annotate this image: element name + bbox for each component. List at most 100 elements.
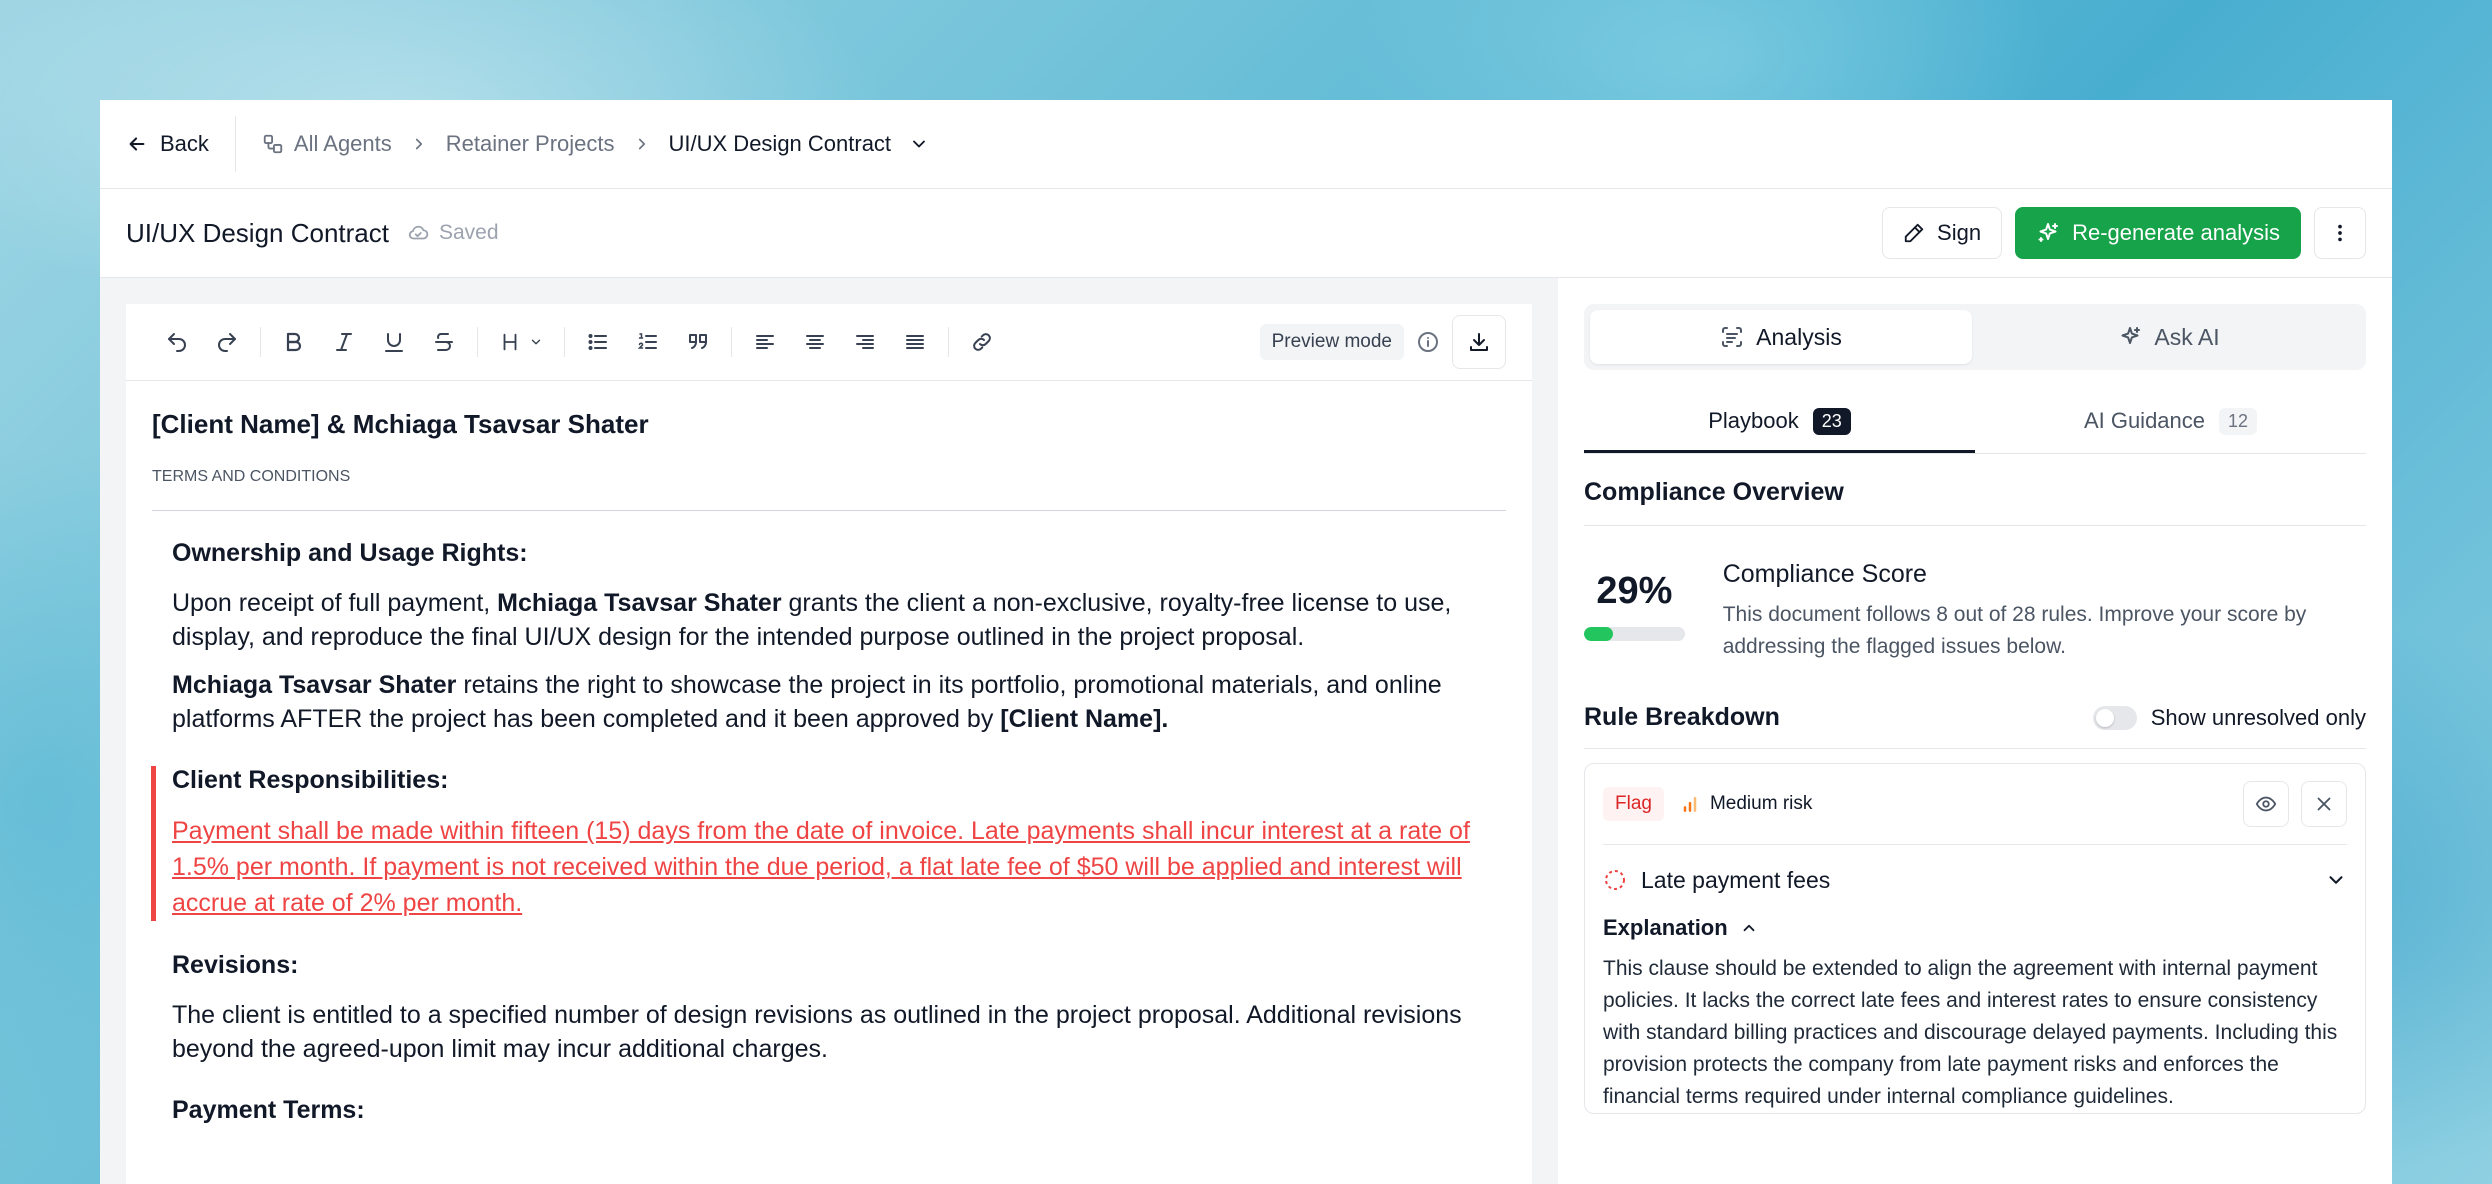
section-revisions: Revisions: The client is entitled to a s… [152, 951, 1506, 1066]
divider [152, 510, 1506, 511]
strikethrough-icon [432, 330, 456, 354]
agents-icon [262, 133, 284, 155]
flagged-clause[interactable]: Payment shall be made within fifteen (15… [172, 813, 1486, 921]
tab-label: Playbook [1708, 408, 1799, 433]
underline-icon [382, 330, 406, 354]
compliance-overview-header: Compliance Overview [1584, 454, 2366, 526]
tab-playbook[interactable]: Playbook 23 [1584, 392, 1975, 453]
more-vertical-icon [2329, 222, 2351, 244]
align-right-button[interactable] [840, 317, 890, 367]
quote-icon [686, 330, 710, 354]
section-paragraph: The client is entitled to a specified nu… [172, 1001, 1462, 1063]
underline-button[interactable] [369, 317, 419, 367]
breadcrumb: All Agents Retainer Projects UI/UX Desig… [236, 131, 929, 157]
chevron-down-icon [529, 335, 543, 349]
preview-mode-toggle[interactable]: Preview mode [1259, 324, 1404, 360]
regenerate-analysis-button[interactable]: Re-generate analysis [2015, 207, 2301, 259]
italic-button[interactable] [319, 317, 369, 367]
back-button[interactable]: Back [100, 116, 236, 172]
section-client-responsibilities[interactable]: Client Responsibilities: Payment shall b… [151, 766, 1506, 921]
bullet-list-icon [586, 330, 610, 354]
align-left-icon [753, 330, 777, 354]
undo-icon [165, 330, 189, 354]
numbered-list-button[interactable] [623, 317, 673, 367]
bold-icon [282, 330, 306, 354]
dashed-circle-icon [1603, 868, 1627, 892]
dismiss-rule-button[interactable] [2301, 781, 2347, 827]
bold-button[interactable] [269, 317, 319, 367]
compliance-score: 29% Compliance Score This document follo… [1584, 526, 2366, 689]
heading-dropdown[interactable] [486, 317, 556, 367]
rule-card: Flag Medium risk Late payment fees Expla… [1584, 763, 2366, 1114]
section-heading: Client Responsibilities: [172, 766, 449, 794]
toggle-switch[interactable] [2092, 705, 2137, 730]
app-window: Back All Agents Retainer Projects UI/UX … [100, 100, 2392, 1184]
align-justify-button[interactable] [890, 317, 940, 367]
breadcrumb-retainer-projects[interactable]: Retainer Projects [446, 131, 615, 157]
document-subtitle: TERMS AND CONDITIONS [152, 468, 351, 485]
rule-breakdown-title: Rule Breakdown [1584, 703, 1780, 731]
explanation-text: This clause should be extended to align … [1603, 957, 2338, 1108]
undo-button[interactable] [152, 317, 202, 367]
sparkle-icon [2036, 221, 2060, 245]
regenerate-label: Re-generate analysis [2072, 220, 2280, 245]
heading-icon [499, 331, 521, 353]
sparkle-icon [2118, 325, 2142, 349]
toggle-label: Show unresolved only [2150, 704, 2366, 730]
ask-ai-mode-button[interactable]: Ask AI [1978, 310, 2360, 364]
top-nav: Back All Agents Retainer Projects UI/UX … [100, 100, 2392, 189]
link-icon [970, 330, 994, 354]
text-run: Upon receipt of full payment, [172, 589, 498, 617]
align-left-button[interactable] [740, 317, 790, 367]
align-justify-icon [903, 330, 927, 354]
risk-level: Medium risk [1680, 793, 1812, 815]
align-right-icon [853, 330, 877, 354]
toolbar-divider [564, 327, 565, 357]
compliance-overview-title: Compliance Overview [1584, 478, 1844, 506]
strikethrough-button[interactable] [419, 317, 469, 367]
analysis-tabs: Playbook 23 AI Guidance 12 [1584, 392, 2366, 454]
ask-ai-label: Ask AI [2154, 323, 2220, 350]
flag-badge: Flag [1603, 787, 1664, 821]
breadcrumb-label: UI/UX Design Contract [668, 131, 892, 156]
more-options-button[interactable] [2314, 207, 2366, 259]
quote-button[interactable] [673, 317, 723, 367]
section-payment-terms: Payment Terms: [152, 1096, 1506, 1125]
download-button[interactable] [1452, 315, 1506, 369]
document-content[interactable]: [Client Name] & Mchiaga Tsavsar Shater T… [126, 381, 1532, 1125]
analysis-mode-button[interactable]: Analysis [1590, 310, 1972, 364]
italic-icon [332, 330, 356, 354]
numbered-list-icon [636, 330, 660, 354]
arrow-left-icon [126, 133, 148, 155]
panel-mode-switch: Analysis Ask AI [1584, 304, 2366, 370]
score-description: This document follows 8 out of 28 rules.… [1722, 603, 2307, 658]
info-icon[interactable] [1416, 330, 1440, 354]
download-icon [1467, 330, 1491, 354]
close-icon [2313, 793, 2335, 815]
tab-label: AI Guidance [2083, 408, 2206, 433]
bullet-list-button[interactable] [573, 317, 623, 367]
count-badge: 12 [2219, 407, 2258, 435]
align-center-icon [803, 330, 827, 354]
view-rule-button[interactable] [2243, 781, 2289, 827]
client-placeholder: [Client Name]. [1000, 705, 1169, 733]
sign-label: Sign [1937, 220, 1982, 245]
score-title: Compliance Score [1722, 560, 1927, 588]
chevron-up-icon [1740, 919, 1758, 937]
breadcrumb-all-agents[interactable]: All Agents [262, 131, 392, 157]
rule-row-late-payment-fees[interactable]: Late payment fees [1603, 845, 2347, 915]
saved-label: Saved [438, 221, 499, 244]
link-button[interactable] [957, 317, 1007, 367]
redo-button[interactable] [202, 317, 252, 367]
explanation-toggle[interactable]: Explanation [1603, 915, 2347, 941]
party-name: Mchiaga Tsavsar Shater [172, 671, 457, 699]
breadcrumb-current-document[interactable]: UI/UX Design Contract [669, 131, 930, 157]
sign-button[interactable]: Sign [1882, 207, 2003, 259]
signal-bars-icon [1680, 794, 1700, 814]
pen-icon [1903, 222, 1925, 244]
redo-icon [215, 330, 239, 354]
unresolved-toggle[interactable]: Show unresolved only [2092, 704, 2366, 731]
document-heading: [Client Name] & Mchiaga Tsavsar Shater [152, 409, 649, 439]
tab-ai-guidance[interactable]: AI Guidance 12 [1975, 392, 2366, 450]
align-center-button[interactable] [790, 317, 840, 367]
